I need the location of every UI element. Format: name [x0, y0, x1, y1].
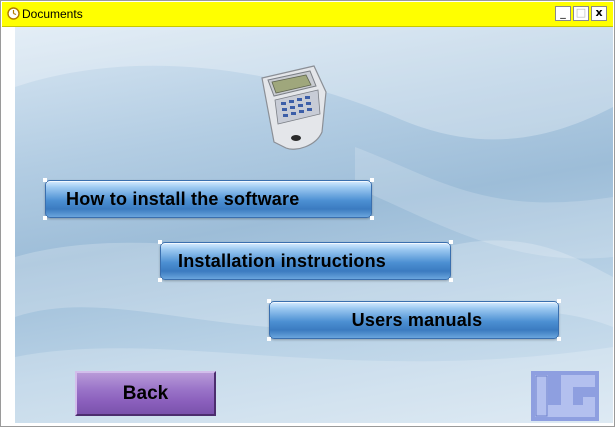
corner-marker: [158, 278, 162, 282]
corner-marker: [158, 240, 162, 244]
minimize-button[interactable]: _: [555, 6, 571, 21]
corner-marker: [370, 216, 374, 220]
corner-marker: [267, 299, 271, 303]
card-terminal-image: [261, 65, 327, 150]
corner-marker: [43, 178, 47, 182]
clock-icon: [7, 7, 20, 20]
documents-window: Documents _ □ x How to install the softw…: [0, 0, 615, 427]
main-panel: How to install the software Installation…: [15, 27, 613, 423]
window-title: Documents: [22, 7, 83, 21]
corner-marker: [370, 178, 374, 182]
corner-marker: [267, 337, 271, 341]
close-button[interactable]: x: [591, 6, 607, 21]
back-button[interactable]: Back: [75, 371, 216, 416]
corner-marker: [449, 278, 453, 282]
corner-marker: [557, 337, 561, 341]
how-to-install-software-button[interactable]: How to install the software: [45, 180, 372, 218]
users-manuals-button[interactable]: Users manuals: [269, 301, 559, 339]
installation-instructions-button[interactable]: Installation instructions: [160, 242, 451, 280]
title-bar[interactable]: Documents _ □ x: [2, 2, 613, 27]
corner-marker: [557, 299, 561, 303]
corner-marker: [449, 240, 453, 244]
lg-logo: [531, 371, 599, 421]
maximize-button[interactable]: □: [573, 6, 589, 21]
corner-marker: [43, 216, 47, 220]
